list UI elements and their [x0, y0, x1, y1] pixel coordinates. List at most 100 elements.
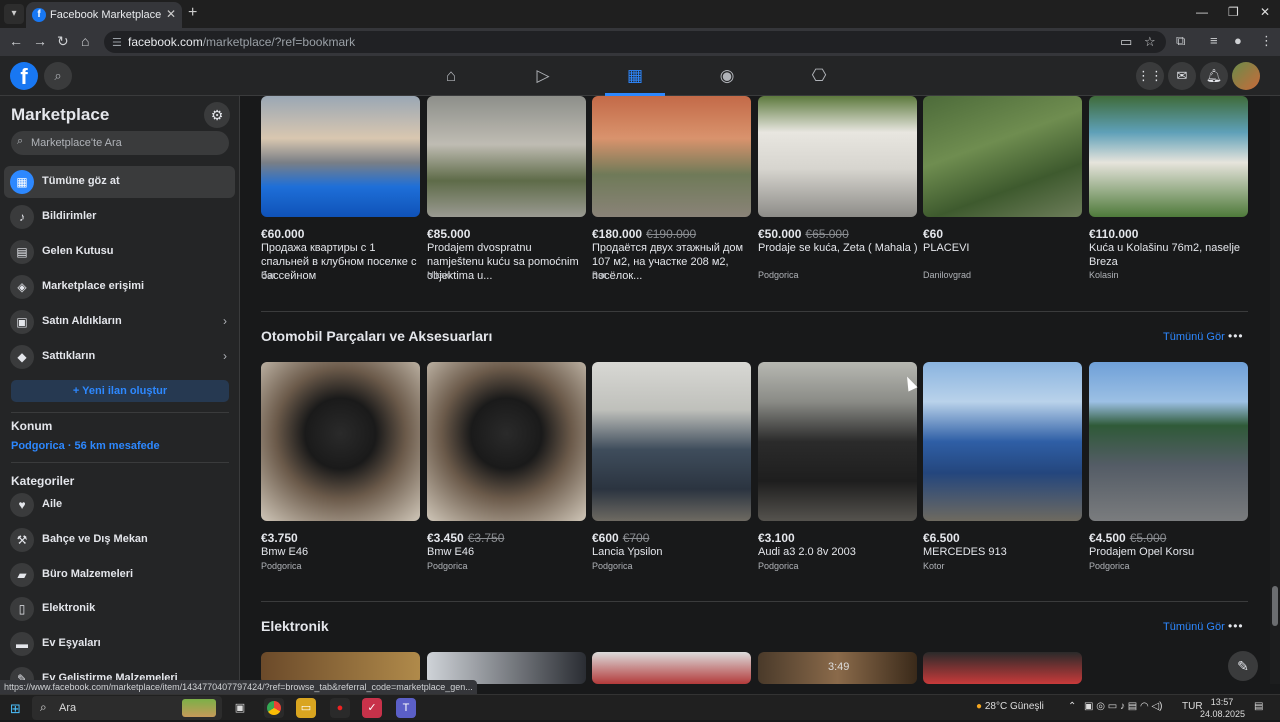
tab-close-icon[interactable]: ✕: [166, 7, 176, 21]
category-label: Ev Eşyaları: [42, 637, 101, 649]
listing-title: Prodaje se kuća, Zeta ( Mahala ): [758, 242, 918, 254]
sidebar-item-notifications[interactable]: ♪ Bildirimler: [4, 201, 235, 233]
teams-icon[interactable]: T: [396, 698, 416, 718]
messenger-icon[interactable]: ✉: [1168, 62, 1196, 90]
task-view-icon[interactable]: ▣: [230, 698, 250, 718]
new-message-compose-icon[interactable]: ✎: [1228, 651, 1258, 681]
listing-price: €60: [923, 227, 944, 241]
category-household[interactable]: ▬ Ev Eşyaları: [4, 629, 235, 659]
tray-chevron-icon[interactable]: ⌃: [1068, 701, 1076, 712]
listing-photo: 3:49: [758, 652, 917, 684]
listing-title: Kuća u Kolašinu 76m2, naselje Breza: [1089, 242, 1241, 268]
gaming-nav-icon[interactable]: ⎔: [806, 64, 832, 88]
storefront-icon: ▦: [10, 170, 34, 194]
extensions-icon[interactable]: ⧉: [1176, 33, 1185, 49]
category-label: Büro Malzemeleri: [42, 568, 134, 580]
taskbar-clock[interactable]: 13:57 24.08.2025: [1200, 696, 1245, 720]
see-all-auto-parts-link[interactable]: Tümünü Gör: [1163, 331, 1225, 343]
reload-icon[interactable]: ↻: [57, 33, 69, 50]
close-window-icon[interactable]: ✕: [1260, 5, 1270, 19]
windows-taskbar: ⊞ ⌕ Ara ▣ ▭ ● ✓ T ● 28°C Güneşli ⌃ ▣ ◎ ▭…: [0, 694, 1280, 720]
listing-location: Bar: [261, 270, 276, 280]
sidebar-item-marketplace-access[interactable]: ◈ Marketplace erişimi: [4, 271, 235, 303]
listing-price: €3.450 €3.750: [427, 531, 505, 545]
new-tab-icon[interactable]: +: [188, 4, 197, 22]
listing-photo: [758, 96, 917, 217]
forward-icon[interactable]: →: [33, 33, 47, 49]
listing-location: Podgorica: [261, 561, 302, 571]
marketplace-nav-icon[interactable]: ▦: [622, 64, 648, 88]
sidebar-item-label: Bildirimler: [42, 210, 97, 222]
chrome-taskbar-icon[interactable]: [264, 698, 284, 718]
browser-tab[interactable]: f Facebook Marketplace | Facebook ✕: [26, 2, 182, 28]
restore-icon[interactable]: ❐: [1228, 5, 1239, 19]
see-all-electronics-link[interactable]: Tümünü Gör: [1163, 621, 1225, 633]
marketplace-search[interactable]: ⌕: [11, 131, 229, 155]
listing-photo: [261, 362, 420, 521]
video-nav-icon[interactable]: ▷: [530, 64, 556, 88]
tab-search-menu-icon[interactable]: ▾: [4, 4, 24, 24]
file-explorer-icon[interactable]: ▭: [296, 698, 316, 718]
hammer-icon: ⚒: [10, 528, 34, 552]
clock-time: 13:57: [1210, 697, 1234, 707]
sidebar-item-inbox[interactable]: ▤ Gelen Kutusu: [4, 236, 235, 268]
more-options-icon[interactable]: •••: [1228, 329, 1244, 343]
minimize-icon[interactable]: —: [1196, 5, 1208, 19]
sidebar-item-purchases[interactable]: ▣ Satın Aldıkların ›: [4, 306, 235, 338]
groups-nav-icon[interactable]: ◉: [714, 64, 740, 88]
back-icon[interactable]: ←: [9, 33, 23, 49]
notification-center-icon[interactable]: ▤: [1254, 701, 1263, 712]
shield-icon: ◈: [10, 275, 34, 299]
listing-title: Audi a3 2.0 8v 2003: [758, 546, 856, 558]
home-nav-icon[interactable]: ⌂: [438, 64, 464, 88]
listing-price: €85.000: [427, 227, 471, 241]
listing-photo: [592, 96, 751, 217]
location-link[interactable]: Podgorica · 56 km mesafede: [11, 440, 160, 452]
windows-start-icon[interactable]: ⊞: [10, 701, 21, 717]
more-options-icon[interactable]: •••: [1228, 619, 1244, 633]
sun-icon: ●: [976, 701, 983, 712]
listing-price: €3.100: [758, 531, 795, 545]
taskbar-search[interactable]: ⌕ Ara: [32, 696, 222, 720]
sidebar-item-label: Tümüne göz at: [42, 175, 120, 187]
scrollbar-thumb[interactable]: [1272, 586, 1278, 626]
chrome-menu-icon[interactable]: ⋮: [1260, 33, 1273, 49]
bookmark-star-icon[interactable]: ☆: [1144, 34, 1156, 50]
weather-widget[interactable]: ● 28°C Güneşli: [976, 701, 1044, 712]
category-electronics[interactable]: ▯ Elektronik: [4, 594, 235, 624]
listing-photo: [1089, 96, 1248, 217]
listing-location: Podgorica: [1089, 561, 1130, 571]
facebook-logo-icon[interactable]: f: [10, 62, 38, 90]
address-bar[interactable]: ☰ facebook.com/marketplace/?ref=bookmark…: [104, 31, 1166, 53]
weather-text: 28°C Güneşli: [984, 701, 1044, 712]
search-icon[interactable]: ⌕: [44, 62, 72, 90]
tray-icons[interactable]: ▣ ◎ ▭ ♪ ▤ ◠ ◁): [1084, 701, 1163, 712]
listing-title: Продажа квартиры с 1 спальней в клубном …: [261, 242, 417, 282]
app-icon-pocket[interactable]: ✓: [362, 698, 382, 718]
notifications-bell-icon[interactable]: 🔔︎: [1200, 62, 1228, 90]
sidebar-item-browse-all[interactable]: ▦ Tümüne göz at: [4, 166, 235, 198]
listing-title: Prodajem dvospratnu namještenu kuću sa p…: [427, 242, 579, 282]
marketplace-search-input[interactable]: [31, 134, 221, 152]
gear-icon[interactable]: ⚙: [204, 102, 230, 128]
categories-heading: Kategoriler: [11, 474, 75, 488]
page-scrollbar[interactable]: [1270, 96, 1280, 684]
sidebar-item-label: Sattıkların: [42, 350, 96, 362]
category-family[interactable]: ♥ Aile: [4, 490, 235, 520]
chevron-right-icon: ›: [223, 314, 227, 328]
reading-list-icon[interactable]: ≡: [1210, 33, 1218, 48]
account-avatar[interactable]: [1232, 62, 1260, 90]
category-garden[interactable]: ⚒ Bahçe ve Dış Mekan: [4, 525, 235, 555]
sidebar-item-label: Gelen Kutusu: [42, 245, 114, 257]
inbox-icon: ▤: [10, 240, 34, 264]
cast-icon[interactable]: ▭: [1120, 34, 1132, 50]
home-icon[interactable]: ⌂: [81, 33, 89, 49]
app-icon-red[interactable]: ●: [330, 698, 350, 718]
menu-grid-icon[interactable]: ⋮⋮: [1136, 62, 1164, 90]
site-info-icon[interactable]: ☰: [112, 36, 122, 49]
create-listing-button[interactable]: + Yeni ilan oluştur: [11, 380, 229, 402]
profile-icon[interactable]: ●: [1234, 33, 1242, 48]
category-office[interactable]: ▰ Büro Malzemeleri: [4, 560, 235, 590]
category-label: Bahçe ve Dış Mekan: [42, 533, 148, 545]
sidebar-item-selling[interactable]: ◆ Sattıkların ›: [4, 341, 235, 373]
